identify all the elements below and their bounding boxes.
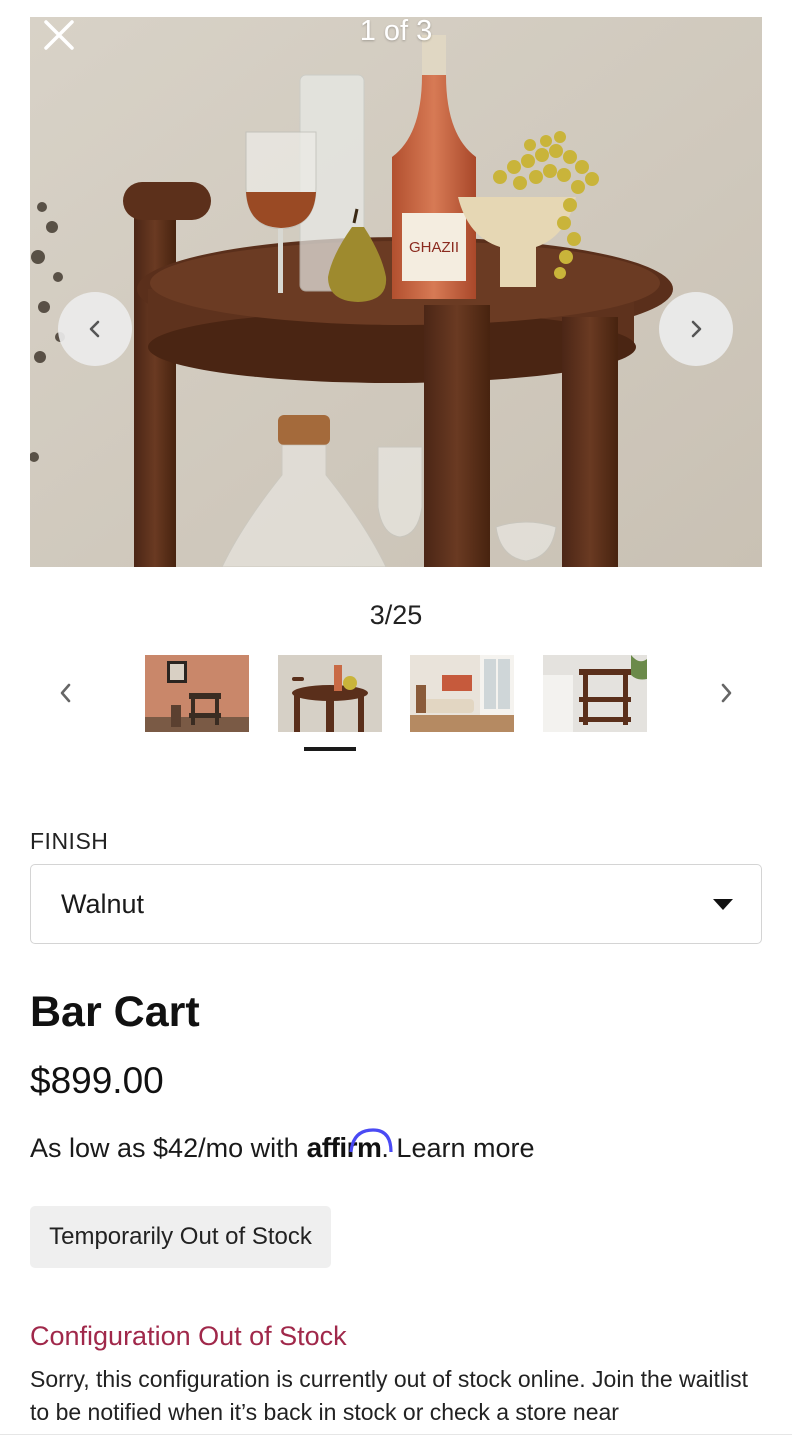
- stock-status-badge: Temporarily Out of Stock: [30, 1206, 331, 1268]
- finish-label: FINISH: [30, 828, 109, 854]
- thumbnail-2-image: [278, 655, 382, 732]
- product-page: GHAZII 1 of 3 3/25 FINISH Walnut Bar Car…: [0, 0, 792, 1440]
- thumbnail-active-indicator: [304, 747, 356, 751]
- bottom-divider: [0, 1434, 792, 1435]
- learn-more-link[interactable]: . Learn more: [381, 1133, 534, 1164]
- financing-prefix: As low as $42/mo with: [30, 1133, 299, 1163]
- hero-image-art: GHAZII: [30, 17, 762, 567]
- bottom-fade: [0, 1424, 792, 1440]
- finish-select[interactable]: Walnut: [30, 864, 762, 944]
- product-price: $899.00: [30, 1060, 164, 1101]
- hero-image[interactable]: GHAZII: [30, 17, 762, 567]
- affirm-arc-icon: [349, 1128, 393, 1153]
- slide-counter: 1 of 3: [359, 15, 433, 47]
- thumbnails-next-button[interactable]: [706, 673, 746, 713]
- hero-prev-button[interactable]: [58, 292, 132, 366]
- financing-line: As low as $42/mo with affirm . Learn mor…: [30, 1128, 535, 1164]
- out-of-stock-heading: Configuration Out of Stock: [30, 1321, 347, 1351]
- thumbnail-4-image: [543, 655, 647, 732]
- finish-selected-value: Walnut: [61, 888, 145, 919]
- product-title: Bar Cart: [30, 988, 200, 1036]
- thumbnail-3-image: [410, 655, 514, 732]
- bottle-label: GHAZII: [409, 239, 459, 256]
- out-of-stock-message: Sorry, this configuration is currently o…: [30, 1366, 749, 1425]
- chevron-left-icon: [60, 683, 71, 703]
- thumbnails-prev-button[interactable]: [46, 673, 86, 713]
- thumbnail-4[interactable]: [543, 655, 647, 732]
- chevron-left-icon: [89, 320, 100, 338]
- thumbnail-1-image: [145, 655, 249, 732]
- caret-down-icon: [713, 899, 733, 910]
- thumbnail-3[interactable]: [410, 655, 514, 732]
- hero-next-button[interactable]: [659, 292, 733, 366]
- thumbnail-1[interactable]: [145, 655, 249, 732]
- image-counter: 3/25: [369, 600, 423, 630]
- affirm-logo: affirm: [307, 1128, 393, 1164]
- thumbnail-2[interactable]: [278, 655, 382, 732]
- chevron-right-icon: [721, 683, 732, 703]
- chevron-right-icon: [691, 320, 702, 338]
